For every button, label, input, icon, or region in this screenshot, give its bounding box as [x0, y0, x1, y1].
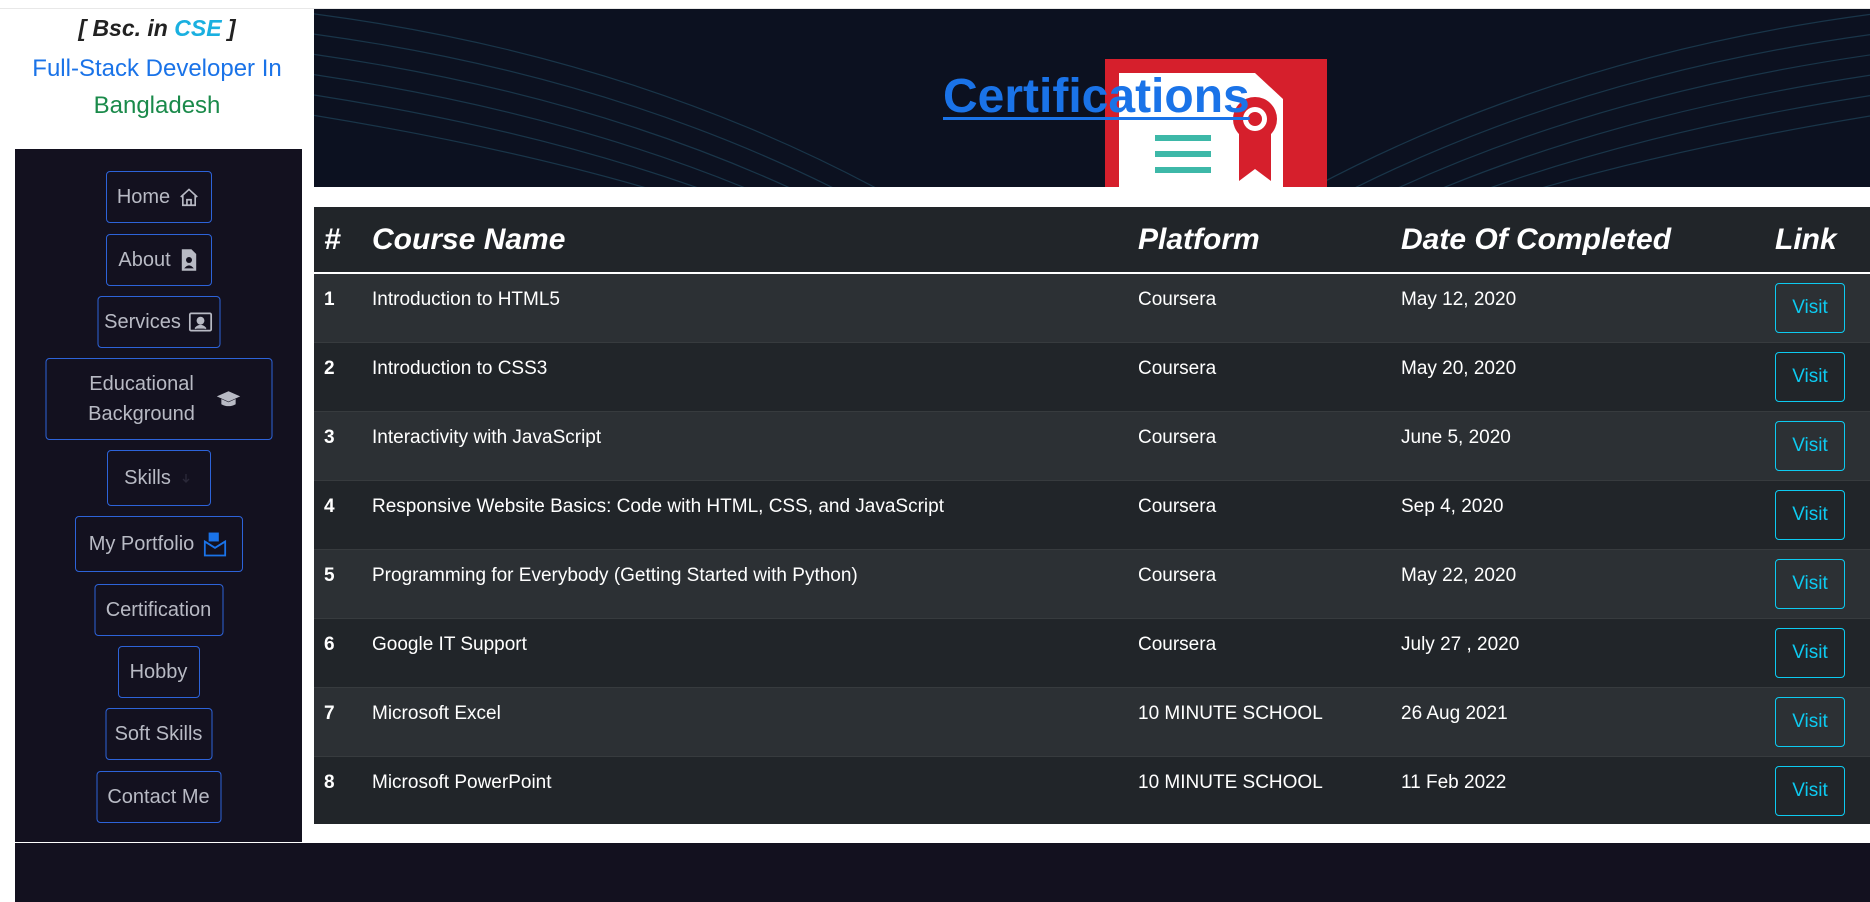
row-number: 2 — [314, 341, 362, 411]
profile-header: [ Bsc. in CSE ] Full-Stack Developer In … — [0, 9, 314, 149]
completion-date: 26 Aug 2021 — [1391, 686, 1765, 756]
course-name: Google IT Support — [362, 617, 1128, 687]
completion-date: Sep 4, 2020 — [1391, 479, 1765, 549]
platform: Coursera — [1128, 617, 1391, 687]
role-line-2: Bangladesh — [93, 92, 221, 119]
envelope-paper-icon — [202, 530, 228, 558]
course-name: Programming for Everybody (Getting Start… — [362, 548, 1128, 618]
completion-date: July 27 , 2020 — [1391, 617, 1765, 687]
link-cell: Visit — [1765, 548, 1870, 618]
platform: Coursera — [1128, 272, 1391, 342]
visit-button[interactable]: Visit — [1775, 283, 1845, 333]
row-number: 3 — [314, 410, 362, 480]
table-row: 6 Google IT Support Coursera July 27 , 2… — [314, 617, 1870, 687]
link-cell: Visit — [1765, 341, 1870, 411]
col-header-platform: Platform — [1128, 207, 1391, 274]
row-number: 4 — [314, 479, 362, 549]
col-header-link: Link — [1765, 207, 1870, 274]
platform: Coursera — [1128, 341, 1391, 411]
link-cell: Visit — [1765, 479, 1870, 549]
course-name: Microsoft Excel — [362, 686, 1128, 756]
visit-button[interactable]: Visit — [1775, 765, 1845, 816]
person-video-icon — [189, 311, 213, 333]
table-row: 2 Introduction to CSS3 Coursera May 20, … — [314, 341, 1870, 411]
visit-button[interactable]: Visit — [1775, 627, 1845, 678]
link-cell: Visit — [1765, 617, 1870, 687]
table-row: 3 Interactivity with JavaScript Coursera… — [314, 410, 1870, 480]
link-cell: Visit — [1765, 686, 1870, 756]
col-header-number: # — [314, 207, 362, 274]
certifications-table: # Course Name Platform Date Of Completed… — [314, 207, 1870, 825]
table-row: 5 Programming for Everybody (Getting Sta… — [314, 548, 1870, 618]
nav-certification-button[interactable]: Certification — [94, 584, 223, 636]
nav-skills-button[interactable]: Skills — [106, 450, 211, 506]
nav-portfolio-button[interactable]: My Portfolio — [74, 516, 243, 572]
nav-education-button[interactable]: Educational Background — [45, 358, 272, 440]
link-cell: Visit — [1765, 755, 1870, 825]
row-number: 6 — [314, 617, 362, 687]
course-name: Interactivity with JavaScript — [362, 410, 1128, 480]
table-row: 7 Microsoft Excel 10 MINUTE SCHOOL 26 Au… — [314, 686, 1870, 756]
nav-about-button[interactable]: About — [105, 234, 212, 286]
table-row: 8 Microsoft PowerPoint 10 MINUTE SCHOOL … — [314, 755, 1870, 825]
row-number: 7 — [314, 686, 362, 756]
nav-services-button[interactable]: Services — [97, 296, 220, 348]
table-row: 4 Responsive Website Basics: Code with H… — [314, 479, 1870, 549]
visit-button[interactable]: Visit — [1775, 558, 1845, 609]
row-number: 1 — [314, 272, 362, 342]
nav-contact-button[interactable]: Contact Me — [96, 771, 221, 823]
completion-date: May 22, 2020 — [1391, 548, 1765, 618]
visit-button[interactable]: Visit — [1775, 351, 1845, 402]
completion-date: June 5, 2020 — [1391, 410, 1765, 480]
platform: Coursera — [1128, 548, 1391, 618]
visit-button[interactable]: Visit — [1775, 489, 1845, 540]
col-header-course: Course Name — [362, 207, 1128, 274]
link-cell: Visit — [1765, 410, 1870, 480]
course-name: Introduction to CSS3 — [362, 341, 1128, 411]
top-strip — [0, 0, 1870, 9]
role-text: Full-Stack Developer In Bangladesh — [0, 50, 314, 124]
degree-text: [ Bsc. in CSE ] — [78, 15, 236, 41]
sidebar-nav: Home About Services Educational Backgrou… — [15, 149, 302, 842]
nav-soft-skills-button[interactable]: Soft Skills — [105, 708, 212, 760]
certifications-table-container: # Course Name Platform Date Of Completed… — [314, 207, 1870, 825]
row-number: 8 — [314, 755, 362, 825]
platform: 10 MINUTE SCHOOL — [1128, 686, 1391, 756]
course-name: Introduction to HTML5 — [362, 272, 1128, 342]
link-cell: Visit — [1765, 272, 1870, 342]
skills-icon — [179, 471, 193, 485]
row-number: 5 — [314, 548, 362, 618]
col-header-date: Date Of Completed — [1391, 207, 1765, 274]
completion-date: 11 Feb 2022 — [1391, 755, 1765, 825]
table-row: 1 Introduction to HTML5 Coursera May 12,… — [314, 272, 1870, 342]
certifications-banner: Certifications — [314, 9, 1870, 187]
degree-accent: CSE — [174, 15, 222, 41]
visit-button[interactable]: Visit — [1775, 696, 1845, 747]
nav-hobby-button[interactable]: Hobby — [117, 646, 200, 698]
person-badge-icon — [179, 248, 199, 272]
footer-bar — [15, 843, 1870, 902]
course-name: Microsoft PowerPoint — [362, 755, 1128, 825]
platform: Coursera — [1128, 410, 1391, 480]
platform: Coursera — [1128, 479, 1391, 549]
completion-date: May 12, 2020 — [1391, 272, 1765, 342]
platform: 10 MINUTE SCHOOL — [1128, 755, 1391, 825]
graduation-cap-icon — [215, 389, 241, 409]
page-title[interactable]: Certifications — [943, 69, 1250, 124]
house-icon — [178, 186, 200, 208]
completion-date: May 20, 2020 — [1391, 341, 1765, 411]
nav-home-button[interactable]: Home — [105, 171, 212, 223]
role-line-1: Full-Stack Developer In — [32, 55, 282, 82]
table-header-row: # Course Name Platform Date Of Completed… — [314, 207, 1870, 274]
visit-button[interactable]: Visit — [1775, 420, 1845, 471]
course-name: Responsive Website Basics: Code with HTM… — [362, 479, 1128, 549]
